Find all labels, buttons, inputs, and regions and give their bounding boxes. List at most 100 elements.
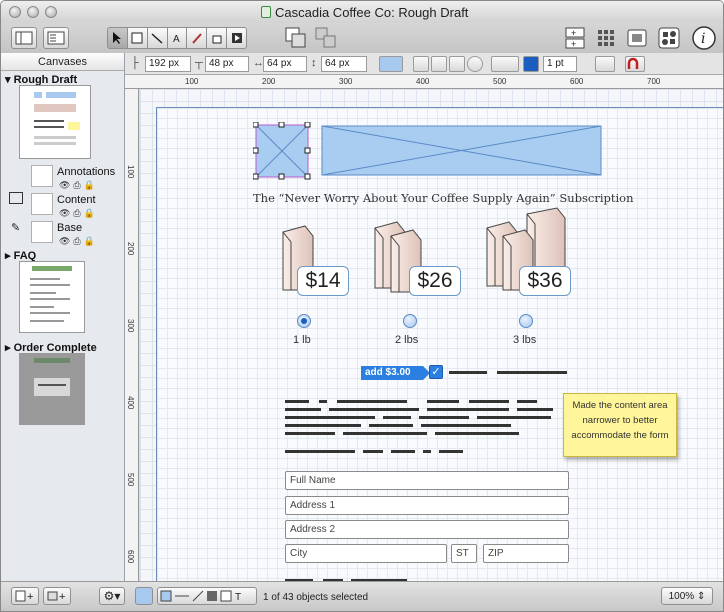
content-thumbnail[interactable]: [31, 193, 53, 215]
content-layer-controls[interactable]: 👁⎙🔒: [59, 208, 98, 219]
v-tick-200: 200: [126, 242, 135, 256]
h-tick-500: 500: [493, 77, 507, 86]
close-window-button[interactable]: [9, 6, 21, 18]
zoom-popup[interactable]: 100% ⇕: [661, 587, 713, 605]
sidebar-icon: [15, 31, 33, 45]
layer-base[interactable]: Base: [57, 222, 82, 234]
style-tool[interactable]: [227, 27, 248, 49]
group-icon: [285, 27, 306, 48]
base-thumbnail[interactable]: [31, 221, 53, 243]
order-complete-thumbnail[interactable]: [19, 353, 85, 425]
h-tick-300: 300: [339, 77, 353, 86]
rectangle-icon: [131, 32, 143, 44]
zoom-window-button[interactable]: [45, 6, 57, 18]
x-position-field[interactable]: 192 px: [145, 56, 191, 72]
y-position-field[interactable]: 48 px: [205, 56, 249, 72]
svg-text:+: +: [27, 591, 33, 602]
selection-status: 1 of 43 objects selected: [263, 592, 369, 603]
greeked-text: [427, 408, 509, 411]
fill-style-swatch[interactable]: [135, 587, 153, 605]
stepper-icon: ⇕: [696, 590, 706, 602]
subscription-headline: The “Never Worry About Your Coffee Suppl…: [253, 191, 634, 205]
canvases-sidebar: Canvases ▾ Rough Draft Annotations 👁⎙🔒 C…: [1, 53, 125, 581]
base-layer-controls[interactable]: 👁⎙🔒: [59, 236, 98, 247]
greeked-text: [391, 450, 415, 453]
ungroup-button[interactable]: [313, 25, 339, 51]
grid-button[interactable]: [595, 25, 617, 51]
image-fill-button[interactable]: [449, 56, 465, 72]
x-position-icon: ├: [131, 57, 139, 69]
radio-1lb[interactable]: [297, 314, 311, 328]
line-tool[interactable]: [147, 27, 168, 49]
gradient-button[interactable]: [431, 56, 447, 72]
shapes-layer-icon: [9, 192, 23, 204]
annotations-thumbnail[interactable]: [31, 165, 53, 187]
h-tick-100: 100: [185, 77, 199, 86]
greeked-text: [517, 408, 553, 411]
price-1lb: $14: [297, 266, 349, 296]
layer-annotations[interactable]: Annotations: [57, 166, 115, 178]
new-canvas-button[interactable]: +: [11, 587, 39, 605]
drawing-canvas[interactable]: The “Never Worry About Your Coffee Suppl…: [140, 89, 723, 581]
new-canvas-icon: +: [15, 590, 33, 602]
inspector-button[interactable]: i: [689, 25, 719, 51]
shadow-button[interactable]: [467, 56, 483, 72]
tool-palette: A: [107, 27, 248, 49]
addon-callout: add $3.00: [361, 366, 430, 380]
stroke-width-field[interactable]: 1 pt: [543, 56, 577, 72]
svg-text:i: i: [701, 31, 705, 47]
minimize-window-button[interactable]: [27, 6, 39, 18]
addon-checkbox[interactable]: ✓: [429, 365, 443, 379]
pen-tool[interactable]: [187, 27, 208, 49]
outline-toggle-button[interactable]: [43, 27, 69, 49]
line-style-popup[interactable]: [491, 56, 519, 72]
faq-thumbnail[interactable]: [19, 261, 85, 333]
faq-preview: [30, 266, 72, 322]
greeked-text: [497, 371, 567, 374]
new-layer-button[interactable]: +: [43, 587, 71, 605]
vertical-ruler: 100 200 300 400 500 600: [125, 89, 139, 581]
fill-style-button[interactable]: [413, 56, 429, 72]
greeked-text: [329, 408, 419, 411]
bottom-bar: + + ⚙▾ T 1 of 43 objects selected 100% ⇕: [1, 581, 723, 611]
full-name-field[interactable]: Full Name: [285, 471, 569, 490]
mockup-page: The “Never Worry About Your Coffee Suppl…: [156, 107, 723, 581]
sidebar-toggle-button[interactable]: [11, 27, 37, 49]
stroke-color-well[interactable]: [523, 56, 539, 72]
layer-content[interactable]: Content: [57, 194, 96, 206]
text-tool[interactable]: A: [167, 27, 188, 49]
selection-tool[interactable]: [107, 27, 128, 49]
width-field[interactable]: 64 px: [263, 56, 307, 72]
style-tray[interactable]: T: [157, 587, 257, 605]
group-button[interactable]: [283, 25, 309, 51]
info-icon: i: [692, 26, 716, 50]
window-title-text: Cascadia Coffee Co: Rough Draft: [275, 5, 469, 20]
stencils-button[interactable]: [657, 25, 681, 51]
fill-color-well[interactable]: [379, 56, 403, 72]
annotation-note[interactable]: Made the content area narrower to better…: [563, 393, 677, 457]
address2-field[interactable]: Address 2: [285, 520, 569, 539]
stencils-icon: [658, 27, 680, 49]
magnet-tool[interactable]: [207, 27, 228, 49]
shape-tool[interactable]: [127, 27, 148, 49]
presentation-button[interactable]: [625, 25, 649, 51]
greeked-text: [363, 450, 383, 453]
address1-field[interactable]: Address 1: [285, 496, 569, 515]
rough-draft-thumbnail[interactable]: [19, 85, 91, 159]
magnet-button[interactable]: [625, 56, 645, 72]
logo-placeholder-selected[interactable]: [253, 122, 313, 180]
radio-2lbs[interactable]: [403, 314, 417, 328]
city-field[interactable]: City: [285, 544, 447, 563]
height-field[interactable]: 64 px: [321, 56, 367, 72]
annotations-layer-controls[interactable]: 👁⎙🔒: [59, 180, 98, 191]
h-tick-400: 400: [416, 77, 430, 86]
banner-placeholder[interactable]: [321, 125, 603, 177]
ungroup-icon: [315, 27, 336, 48]
hand-icon: [212, 35, 222, 44]
zip-field[interactable]: ZIP: [483, 544, 569, 563]
radio-3lbs[interactable]: [519, 314, 533, 328]
no-stroke-button[interactable]: [595, 56, 615, 72]
state-field[interactable]: ST: [451, 544, 477, 563]
add-canvas-button[interactable]: + +: [563, 25, 587, 51]
action-menu-button[interactable]: ⚙▾: [99, 587, 125, 605]
